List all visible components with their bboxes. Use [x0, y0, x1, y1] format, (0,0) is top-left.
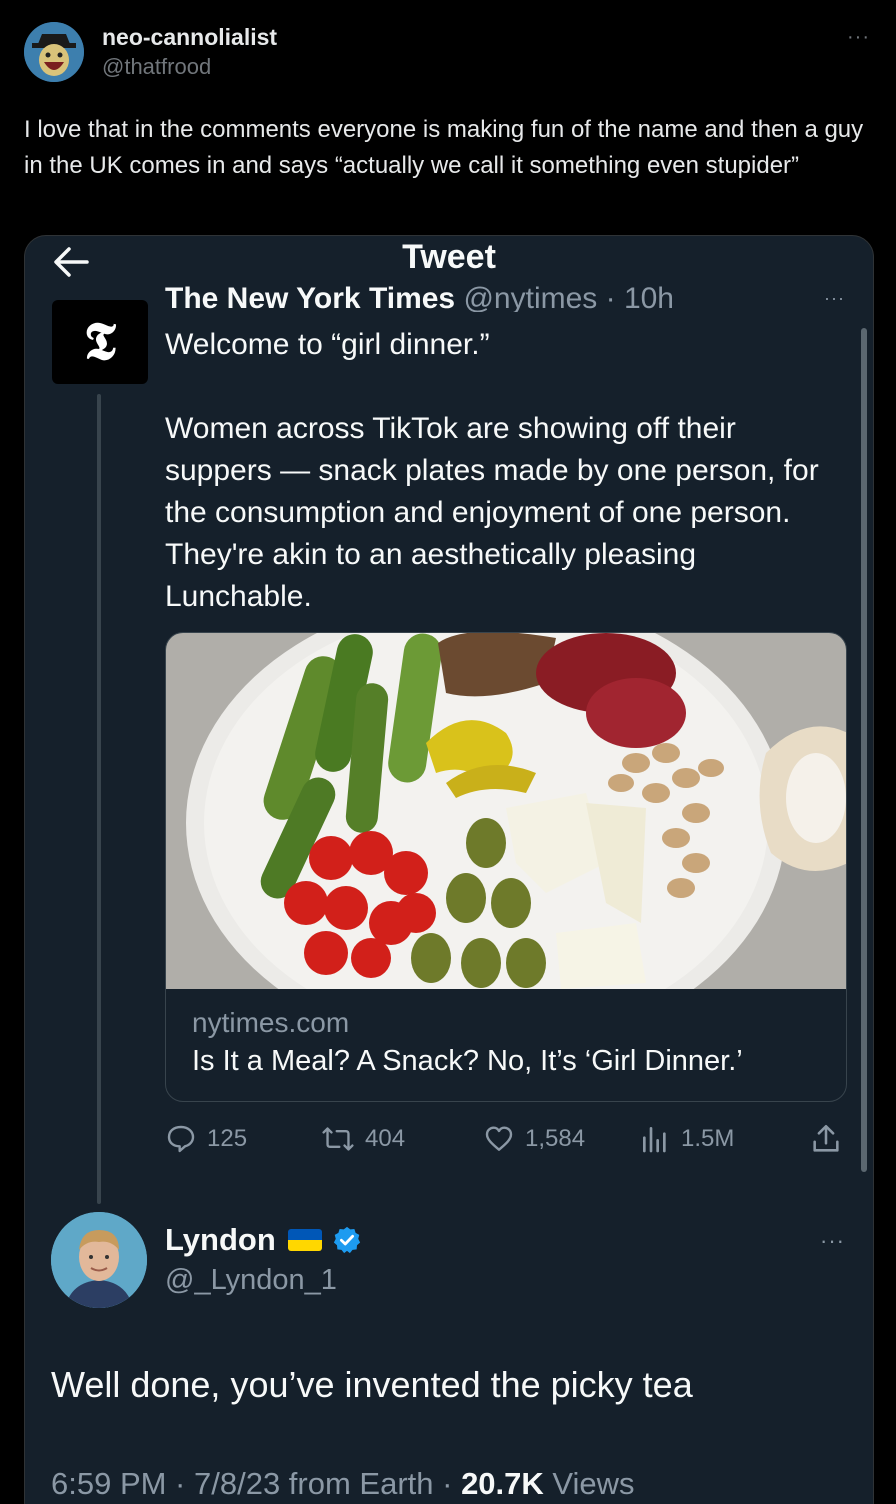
analytics-icon — [643, 1127, 666, 1153]
nyt-avatar[interactable]: 𝕿 — [52, 300, 148, 384]
retweet-icon — [322, 1127, 354, 1151]
like-count: 1,584 — [525, 1125, 586, 1152]
author-handle[interactable]: @thatfrood — [102, 54, 211, 80]
lyndon-tweet-text: Well done, you’ve invented the picky tea — [51, 1364, 693, 1405]
post-text: I love that in the comments everyone is … — [24, 116, 864, 179]
link-title: Is It a Meal? A Snack? No, It’s ‘Girl Di… — [192, 1045, 743, 1077]
lyndon-display-name-row[interactable]: Lyndon — [165, 1222, 362, 1258]
share-action[interactable] — [809, 1122, 853, 1156]
avatar-image — [24, 22, 84, 82]
nyt-logo-glyph: 𝕿 — [84, 311, 116, 372]
link-domain: nytimes.com — [192, 1007, 350, 1038]
lyndon-display-name: Lyndon — [165, 1222, 276, 1257]
thread-connector — [97, 394, 101, 1204]
views-count: 1.5M — [681, 1125, 735, 1152]
tweet-timestamp[interactable]: 6:59 PM · 7/8/23 from Earth · — [51, 1466, 461, 1501]
verified-badge-icon — [333, 1226, 360, 1254]
like-action[interactable]: 1,584 — [483, 1122, 585, 1156]
page-title: Tweet — [402, 238, 496, 276]
lyndon-tweet-meta: 6:59 PM · 7/8/23 from Earth · 20.7K View… — [51, 1466, 635, 1502]
retweet-action[interactable]: 404 — [321, 1122, 405, 1156]
lyndon-avatar-image — [51, 1212, 147, 1308]
more-options-icon[interactable]: ··· — [847, 26, 870, 49]
reply-count: 125 — [207, 1125, 248, 1152]
embedded-screenshot[interactable]: Tweet 𝕿 The New York Times @nytimes · 10… — [24, 235, 874, 1504]
author-display-name[interactable]: neo-cannolialist — [102, 24, 277, 51]
share-icon — [813, 1124, 839, 1152]
link-preview-card[interactable]: nytimes.com Is It a Meal? A Snack? No, I… — [165, 632, 847, 1102]
heart-icon — [485, 1126, 513, 1151]
nyt-tweet-text: Welcome to “girl dinner.” Women across T… — [165, 328, 819, 613]
views-action[interactable]: 1.5M — [639, 1122, 734, 1156]
scrollbar[interactable] — [861, 328, 867, 1172]
nyt-header-clipped: The New York Times @nytimes · 10h — [165, 276, 785, 312]
lyndon-avatar[interactable] — [51, 1212, 147, 1308]
nyt-more-options-icon[interactable]: ··· — [824, 288, 845, 309]
retweet-count: 404 — [365, 1125, 406, 1152]
nyt-handle-time[interactable]: @nytimes · 10h — [463, 282, 674, 312]
reply-icon — [167, 1125, 195, 1153]
nyt-display-name[interactable]: The New York Times — [165, 282, 455, 312]
views-label: Views — [543, 1466, 635, 1501]
food-plate-image — [166, 633, 846, 989]
lyndon-more-options-icon[interactable]: ··· — [820, 1228, 845, 1254]
lyndon-handle[interactable]: @_Lyndon_1 — [165, 1264, 337, 1297]
ukraine-flag-icon — [287, 1229, 322, 1251]
reply-action[interactable]: 125 — [165, 1122, 247, 1156]
views-number: 20.7K — [461, 1466, 544, 1501]
avatar[interactable] — [24, 22, 84, 82]
